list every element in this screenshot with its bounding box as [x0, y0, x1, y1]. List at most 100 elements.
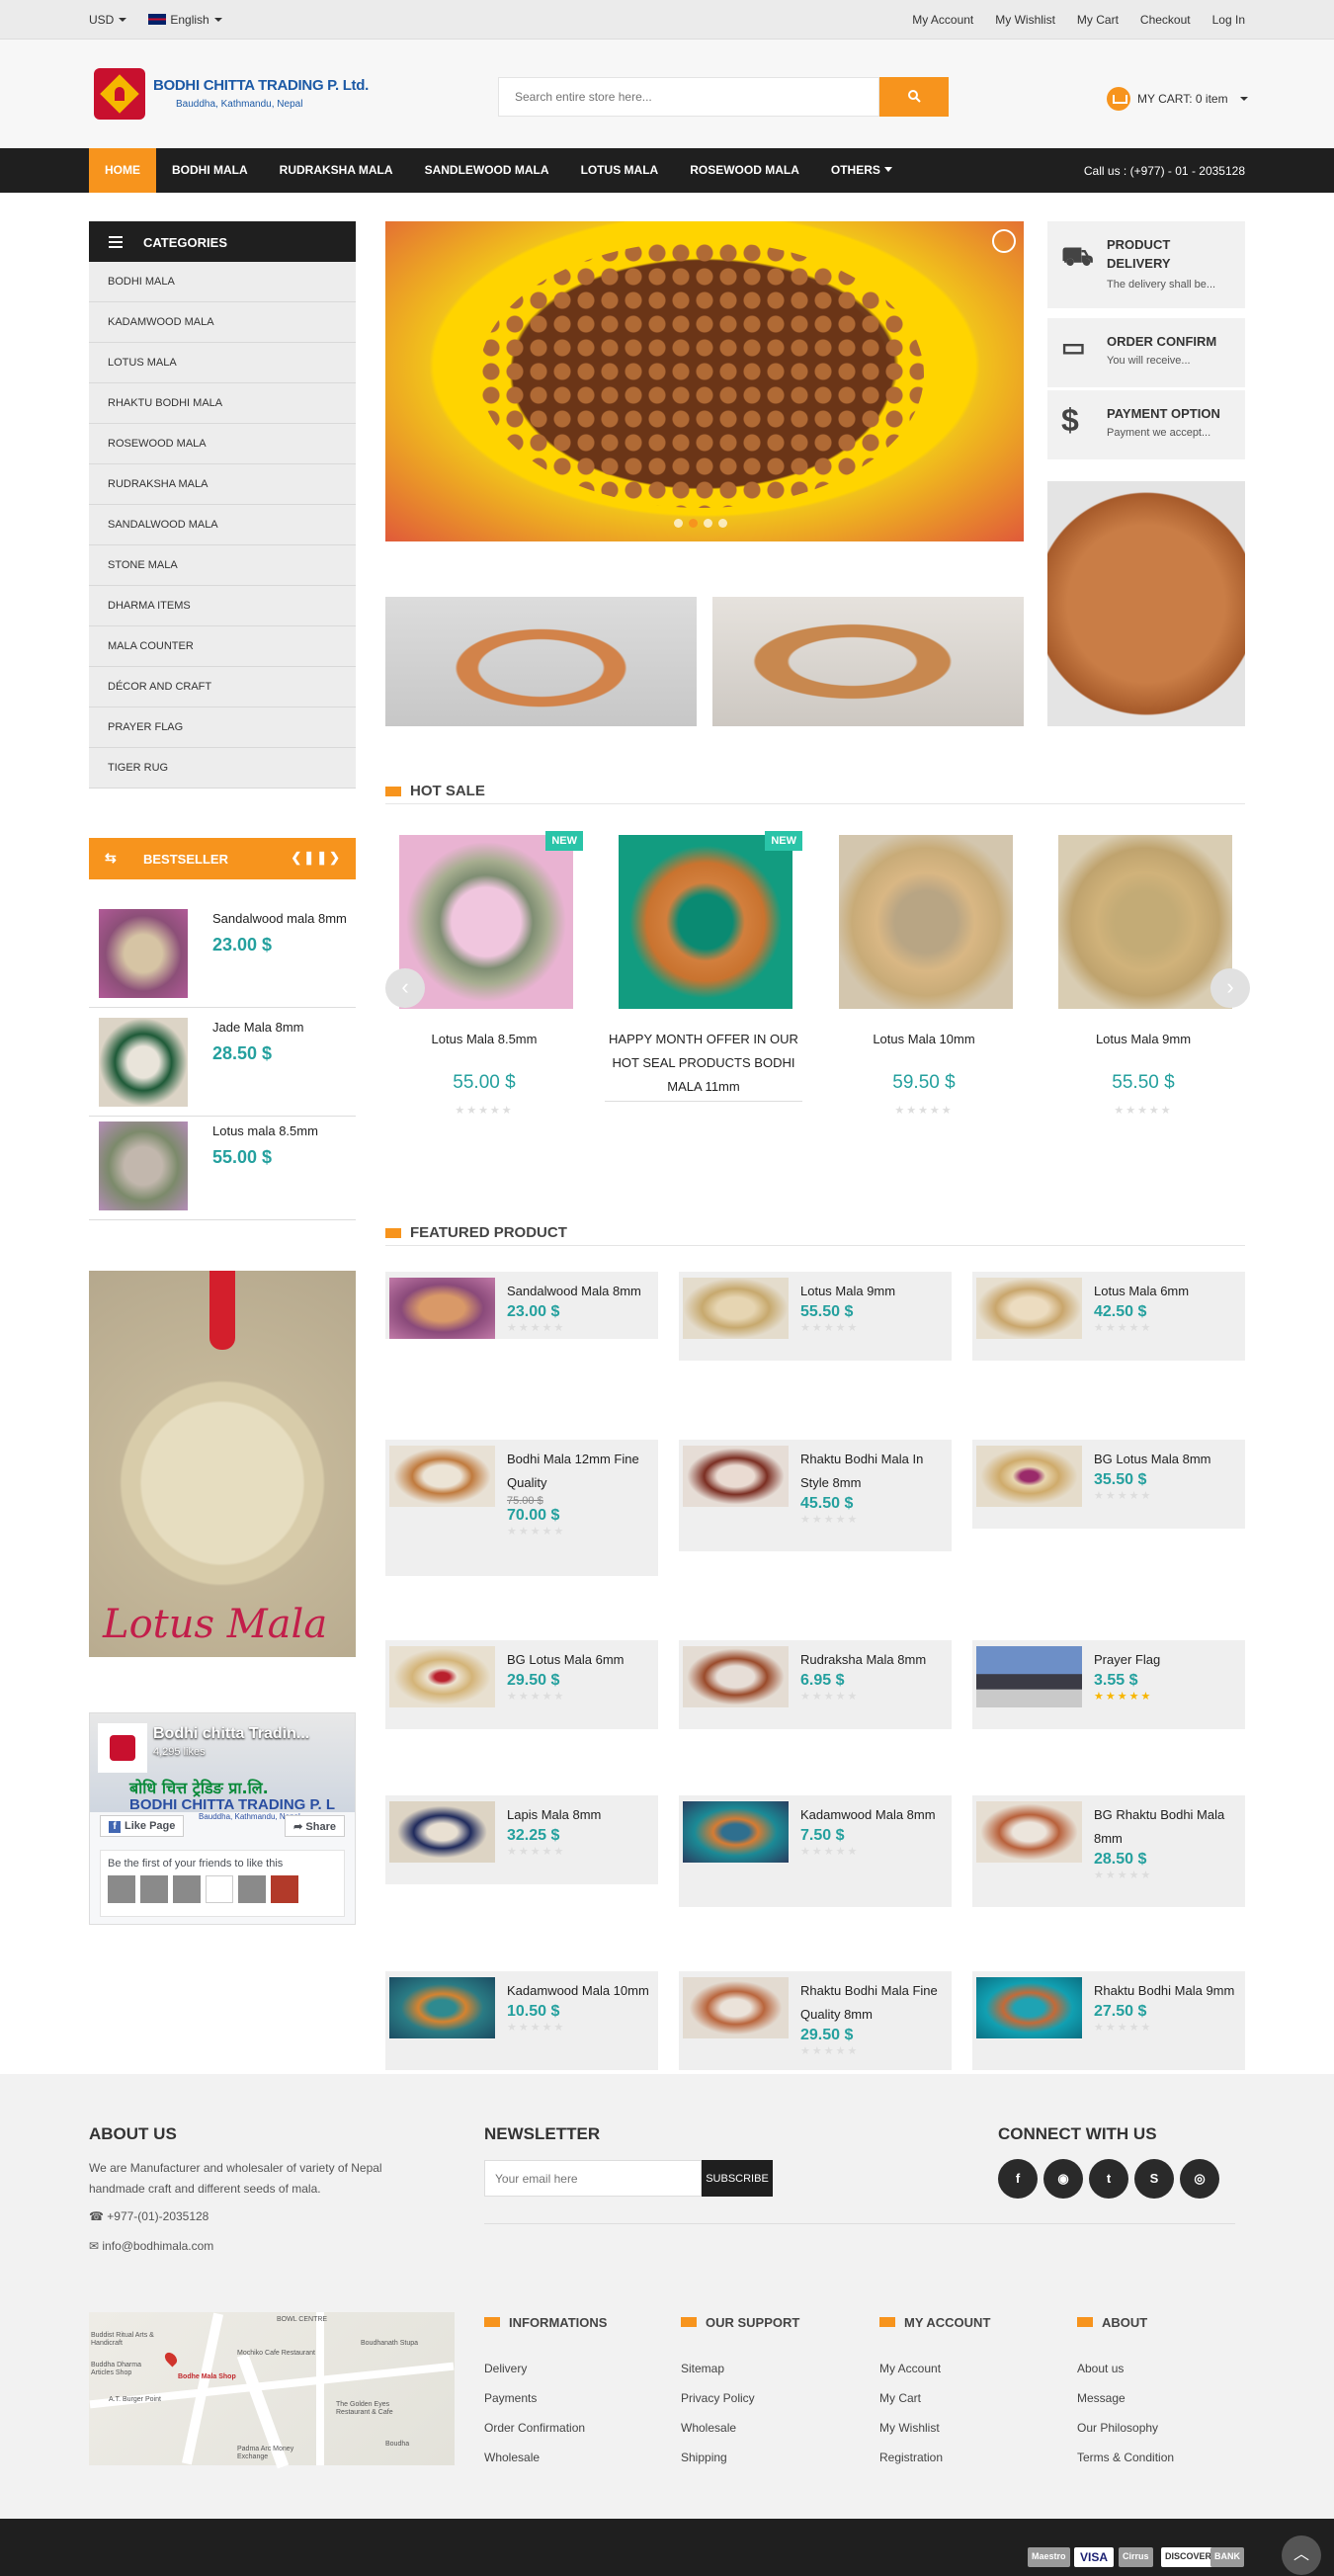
product-image[interactable]: [683, 1278, 789, 1339]
friend-avatar[interactable]: [108, 1875, 135, 1903]
product-card[interactable]: BG Lotus Mala 8mm 35.50 $ ★★★★★: [972, 1440, 1245, 1529]
list-item[interactable]: Jade Mala 8mm 28.50 $: [89, 1008, 356, 1117]
nav-others[interactable]: OTHERS: [815, 148, 908, 193]
product-card[interactable]: Rhaktu Bodhi Mala In Style 8mm 45.50 $ ★★★…: [679, 1440, 952, 1551]
product-card[interactable]: Rhaktu Bodhi Mala 9mm 27.50 $ ★★★★★: [972, 1971, 1245, 2070]
product-card[interactable]: Lotus Mala 6mm 42.50 $ ★★★★★: [972, 1272, 1245, 1361]
friend-avatar[interactable]: [140, 1875, 168, 1903]
footer-link[interactable]: Privacy Policy: [681, 2383, 799, 2413]
rss-icon[interactable]: ◉: [1043, 2159, 1083, 2199]
product-card[interactable]: BG Rhaktu Bodhi Mala 8mm 28.50 $ ★★★★★: [972, 1795, 1245, 1907]
logo-icon[interactable]: [94, 68, 145, 120]
product-image[interactable]: [1058, 835, 1232, 1009]
product-image[interactable]: [389, 1278, 495, 1339]
mala-banner[interactable]: [712, 597, 1024, 726]
pause-icon[interactable]: ❚❚: [303, 850, 329, 865]
product-name[interactable]: Prayer Flag: [1094, 1648, 1240, 1672]
product-name[interactable]: BG Lotus Mala 8mm: [1094, 1448, 1240, 1471]
product-card[interactable]: Prayer Flag 3.55 $ ★★★★★: [972, 1640, 1245, 1729]
category-item[interactable]: KADAMWOOD MALA: [89, 302, 356, 343]
newsletter-email-input[interactable]: [484, 2160, 702, 2197]
product-card[interactable]: Kadamwood Mala 8mm 7.50 $ ★★★★★: [679, 1795, 952, 1907]
subscribe-button[interactable]: SUBSCRIBE: [702, 2160, 773, 2197]
product-image[interactable]: [619, 835, 792, 1009]
search-button[interactable]: [879, 77, 949, 117]
next-icon[interactable]: ❯: [329, 850, 342, 865]
product-image[interactable]: [683, 1646, 789, 1707]
nav-lotus-mala[interactable]: LOTUS MALA: [565, 148, 675, 193]
rudraksha-banner[interactable]: [385, 597, 697, 726]
friend-avatar[interactable]: [238, 1875, 266, 1903]
footer-link[interactable]: Terms & Condition: [1077, 2443, 1174, 2472]
map-pin-icon[interactable]: [162, 2350, 180, 2368]
footer-link[interactable]: About us: [1077, 2354, 1174, 2383]
product-image[interactable]: [976, 1278, 1082, 1339]
product-image[interactable]: [99, 1018, 188, 1107]
category-item[interactable]: MALA COUNTER: [89, 626, 356, 667]
product-image[interactable]: [683, 1801, 789, 1863]
product-name[interactable]: Rudraksha Mala 8mm: [800, 1648, 947, 1672]
footer-link[interactable]: Our Philosophy: [1077, 2413, 1174, 2443]
product-name[interactable]: Lotus Mala 9mm: [1044, 1028, 1242, 1051]
product-image[interactable]: [976, 1977, 1082, 2038]
nav-rudraksha-mala[interactable]: RUDRAKSHA MALA: [264, 148, 409, 193]
category-item[interactable]: ROSEWOOD MALA: [89, 424, 356, 464]
facebook-icon[interactable]: f: [998, 2159, 1038, 2199]
category-item[interactable]: STONE MALA: [89, 545, 356, 586]
mini-cart[interactable]: MY CART: 0 item: [1107, 87, 1248, 111]
lotus-mala-banner[interactable]: Lotus Mala: [89, 1271, 356, 1657]
product-image[interactable]: [399, 835, 573, 1009]
product-image[interactable]: [976, 1801, 1082, 1863]
footer-link[interactable]: Registration: [879, 2443, 990, 2472]
back-to-top-button[interactable]: ︿: [1282, 2535, 1321, 2575]
location-map[interactable]: Buddist Ritual Arts & Handicraft Buddha …: [89, 2312, 455, 2469]
service-delivery[interactable]: ⛟ PRODUCT DELIVERY The delivery shall be…: [1047, 221, 1245, 308]
footer-link[interactable]: Wholesale: [681, 2413, 799, 2443]
footer-email[interactable]: ✉ info@bodhimala.com: [89, 2236, 213, 2257]
language-select[interactable]: English: [148, 13, 222, 27]
twitter-icon[interactable]: t: [1089, 2159, 1128, 2199]
product-image[interactable]: [976, 1446, 1082, 1507]
product-name[interactable]: BG Rhaktu Bodhi Mala 8mm: [1094, 1803, 1240, 1851]
product-name[interactable]: BG Lotus Mala 6mm: [507, 1648, 653, 1672]
category-item[interactable]: BODHI MALA: [89, 262, 356, 302]
fb-share-button[interactable]: ➦ Share: [285, 1815, 345, 1837]
product-image[interactable]: [389, 1446, 495, 1507]
product-card[interactable]: Lapis Mala 8mm 32.25 $ ★★★★★: [385, 1795, 658, 1884]
logo-title[interactable]: BODHI CHITTA TRADING P. Ltd.: [153, 77, 369, 94]
footer-link[interactable]: My Wishlist: [879, 2413, 990, 2443]
friend-avatar[interactable]: [173, 1875, 201, 1903]
search-input[interactable]: [498, 77, 879, 117]
category-item[interactable]: SANDALWOOD MALA: [89, 505, 356, 545]
fb-like-button[interactable]: f Like Page: [100, 1815, 185, 1837]
product-name[interactable]: Lotus Mala 6mm: [1094, 1280, 1240, 1303]
product-name[interactable]: Jade Mala 8mm: [212, 1020, 303, 1035]
dribbble-icon[interactable]: ◎: [1180, 2159, 1219, 2199]
product-name[interactable]: Lotus mala 8.5mm: [212, 1123, 318, 1138]
category-item[interactable]: DÉCOR AND CRAFT: [89, 667, 356, 707]
product-card[interactable]: BG Lotus Mala 6mm 29.50 $ ★★★★★: [385, 1640, 658, 1729]
category-item[interactable]: RUDRAKSHA MALA: [89, 464, 356, 505]
product-image[interactable]: [99, 909, 188, 998]
category-item[interactable]: DHARMA ITEMS: [89, 586, 356, 626]
product-image[interactable]: [683, 1446, 789, 1507]
product-card[interactable]: Sandalwood Mala 8mm 23.00 $ ★★★★★: [385, 1272, 658, 1339]
footer-link[interactable]: Message: [1077, 2383, 1174, 2413]
footer-link[interactable]: Order Confirmation: [484, 2413, 607, 2443]
product-name[interactable]: Lotus Mala 10mm: [825, 1028, 1023, 1051]
nav-home[interactable]: HOME: [89, 148, 156, 193]
category-item[interactable]: TIGER RUG: [89, 748, 356, 789]
category-item[interactable]: PRAYER FLAG: [89, 707, 356, 748]
category-item[interactable]: RHAKTU BODHI MALA: [89, 383, 356, 424]
product-name[interactable]: Kadamwood Mala 8mm: [800, 1803, 947, 1827]
product-image[interactable]: [99, 1122, 188, 1210]
nav-rosewood-mala[interactable]: ROSEWOOD MALA: [674, 148, 815, 193]
product-name[interactable]: Sandalwood Mala 8mm: [507, 1280, 653, 1303]
product-card[interactable]: Lotus Mala 9mm 55.50 $ ★★★★★: [679, 1272, 952, 1361]
product-name[interactable]: Kadamwood Mala 10mm: [507, 1979, 653, 2003]
product-card[interactable]: Rhaktu Bodhi Mala Fine Quality 8mm 29.50 …: [679, 1971, 952, 2070]
product-image[interactable]: [976, 1646, 1082, 1707]
slider-dot[interactable]: [674, 519, 683, 528]
my-account-link[interactable]: My Account: [912, 13, 973, 27]
product-card[interactable]: Bodhi Mala 12mm Fine Quality 75.00 $70.00…: [385, 1440, 658, 1576]
